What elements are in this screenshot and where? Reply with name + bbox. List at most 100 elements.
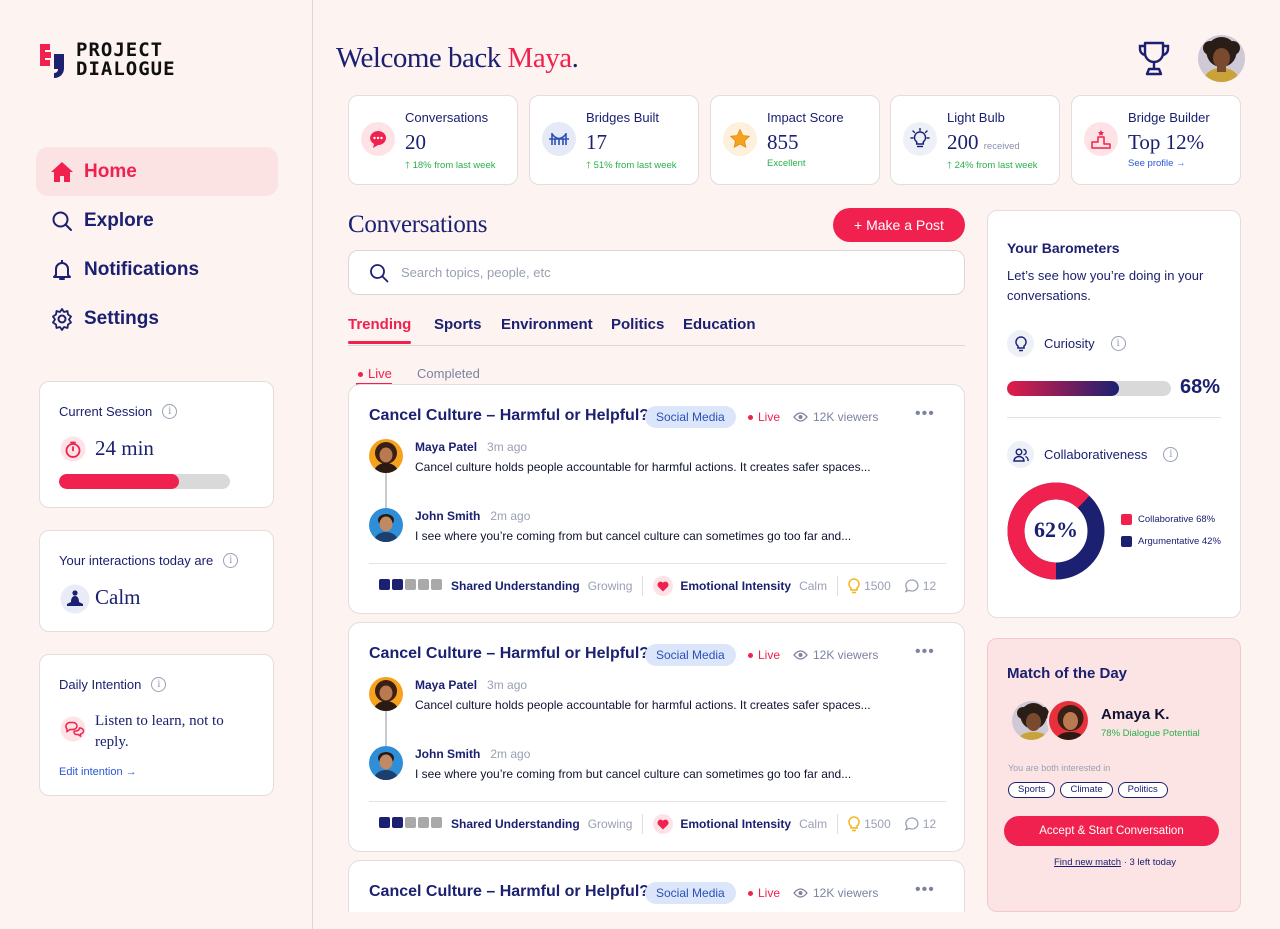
stat-suffix: received [983, 141, 1020, 152]
post-card[interactable]: Cancel Culture – Harmful or Helpful? Soc… [348, 384, 965, 614]
match-name[interactable]: Amaya K. [1101, 706, 1169, 723]
more-options-icon[interactable]: ••• [915, 643, 935, 661]
tab-trending[interactable]: Trending [348, 316, 412, 344]
info-icon[interactable]: i [223, 553, 239, 568]
divider [369, 563, 946, 564]
stat-label: Light Bulb [947, 110, 1005, 125]
curiosity-bar-fill [1007, 381, 1119, 396]
stat-card-light-bulb[interactable]: Light Bulb 200 received 🡑 24% from last … [890, 95, 1060, 185]
post-time: 2m ago [490, 509, 531, 523]
search-input[interactable] [401, 265, 901, 280]
nav-item-notifications[interactable]: Notifications [36, 245, 278, 294]
nav-label-settings: Settings [84, 307, 159, 329]
bell-icon [53, 259, 71, 280]
interactions-title: Your interactions today are [59, 553, 214, 568]
info-icon[interactable]: i [151, 677, 167, 692]
up-arrow-icon: 🡑 [405, 160, 413, 171]
divider [369, 801, 946, 802]
barometers-description: Let’s see how you’re doing in your conve… [1007, 268, 1204, 303]
lightbulb-icon [848, 816, 860, 832]
interest-pill[interactable]: Climate [1060, 782, 1113, 798]
metric-label: Shared Understanding [451, 817, 580, 831]
post-title[interactable]: Cancel Culture – Harmful or Helpful? [369, 645, 649, 663]
curiosity-bar [1007, 381, 1171, 396]
post-author[interactable]: Maya Patel 3m ago [415, 678, 527, 692]
subtab-completed[interactable]: Completed [417, 366, 480, 381]
post-card[interactable]: Cancel Culture – Harmful or Helpful? Soc… [348, 622, 965, 852]
more-options-icon[interactable]: ••• [915, 405, 935, 423]
post-tag[interactable]: Social Media [645, 882, 736, 904]
find-new-match-link[interactable]: Find new match [1054, 857, 1121, 868]
stat-card-bridges-built[interactable]: Bridges Built 17 🡑 51% from last week [529, 95, 699, 185]
more-options-icon[interactable]: ••• [915, 881, 935, 899]
metric-state: Growing [587, 817, 633, 831]
star-icon [723, 122, 757, 156]
stat-card-conversations[interactable]: Conversations 20 🡑 18% from last week [348, 95, 518, 185]
stat-card-impact-score[interactable]: Impact Score 855 Excellent [710, 95, 880, 185]
info-icon[interactable]: i [1163, 447, 1179, 462]
metric-label: Emotional Intensity [680, 579, 792, 593]
lightbulb-button[interactable]: 1500 [848, 816, 891, 832]
logo[interactable]: PROJECT DIALOGUE [36, 40, 176, 80]
live-dot-icon [358, 372, 363, 378]
search-icon [370, 263, 389, 282]
stat-value: 20 [405, 130, 426, 154]
avatar[interactable] [369, 508, 403, 542]
avatar[interactable] [369, 746, 403, 780]
nav-item-settings[interactable]: Settings [36, 294, 278, 343]
edit-intention-link[interactable]: Edit intention → [59, 766, 137, 778]
up-arrow-icon: 🡑 [586, 160, 594, 171]
tab-politics[interactable]: Politics [611, 316, 664, 333]
metric-state: Calm [799, 817, 828, 831]
avatar[interactable] [369, 439, 403, 473]
avatar[interactable] [369, 677, 403, 711]
welcome-heading: Welcome back Maya. [336, 42, 579, 75]
interest-pill[interactable]: Politics [1117, 782, 1168, 798]
user-avatar[interactable] [1198, 35, 1245, 82]
interest-pill[interactable]: Sports [1008, 782, 1056, 798]
see-profile-link[interactable]: See profile → [1128, 158, 1186, 169]
donut-value: 62% [1034, 517, 1078, 542]
barometers-card: Your Barometers Let’s see how you’re doi… [987, 210, 1241, 618]
post-message: I see where you’re coming from but cance… [415, 529, 852, 543]
stat-value: 855 [767, 130, 799, 154]
tab-education[interactable]: Education [683, 316, 756, 333]
post-title[interactable]: Cancel Culture – Harmful or Helpful? [369, 883, 649, 901]
sidebar: PROJECT DIALOGUE Home Explore Notificati… [0, 0, 313, 929]
nav-item-explore[interactable]: Explore [36, 196, 278, 245]
lightbulb-icon [903, 122, 937, 156]
nav-label-home: Home [84, 160, 137, 182]
tab-sports[interactable]: Sports [434, 316, 482, 333]
post-tag[interactable]: Social Media [645, 406, 736, 428]
stat-card-bridge-builder[interactable]: Bridge Builder Top 12% See profile → [1071, 95, 1241, 185]
collaborativeness-row: Collaborativeness i [1007, 441, 1179, 468]
session-progress-bar [59, 474, 230, 489]
info-icon[interactable]: i [162, 404, 178, 419]
nav-item-home[interactable]: Home [36, 147, 278, 196]
current-session-card: Current Session i 24 min [39, 381, 274, 508]
make-post-button[interactable]: + Make a Post [833, 208, 965, 242]
match-avatar[interactable] [1047, 699, 1090, 742]
post-card[interactable]: Cancel Culture – Harmful or Helpful? Soc… [348, 860, 965, 912]
post-author[interactable]: Maya Patel 3m ago [415, 440, 527, 454]
post-tag[interactable]: Social Media [645, 644, 736, 666]
stat-rating: Excellent [767, 158, 806, 169]
stat-label: Bridges Built [586, 110, 659, 125]
interactions-title-row: Your interactions today are i [59, 553, 239, 568]
post-author[interactable]: John Smith 2m ago [415, 509, 530, 523]
intention-title: Daily Intention [59, 677, 142, 692]
comments-button[interactable]: 12 [904, 579, 936, 593]
info-icon[interactable]: i [1110, 336, 1126, 351]
post-author[interactable]: John Smith 2m ago [415, 747, 530, 761]
tab-environment[interactable]: Environment [501, 316, 593, 333]
subtab-live[interactable]: Live [356, 366, 392, 385]
viewer-count: 12K viewers [793, 648, 878, 662]
accept-start-conversation-button[interactable]: Accept & Start Conversation [1004, 816, 1219, 846]
live-indicator: Live [748, 410, 780, 424]
gear-icon [52, 307, 72, 331]
comments-button[interactable]: 12 [904, 817, 936, 831]
trophy-icon[interactable] [1136, 40, 1172, 78]
post-title[interactable]: Cancel Culture – Harmful or Helpful? [369, 407, 649, 425]
lightbulb-button[interactable]: 1500 [848, 578, 891, 594]
session-title: Current Session [59, 404, 153, 419]
